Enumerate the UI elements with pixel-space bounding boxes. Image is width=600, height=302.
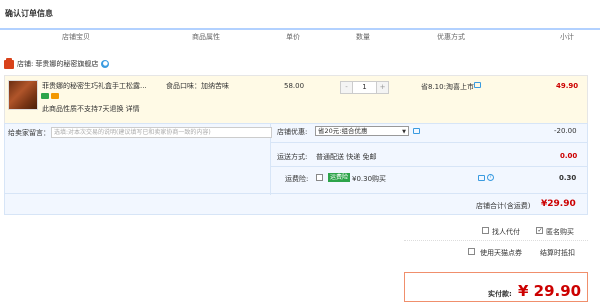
shipping-amount: 0.00: [560, 152, 578, 160]
header-attrs: 商品属性: [192, 33, 220, 41]
header-qty: 数量: [356, 33, 370, 41]
store-icon: [4, 57, 14, 69]
store-total-value: ¥29.90: [541, 199, 576, 209]
settlement-deduct: 结算时抵扣: [540, 249, 575, 257]
tmall-coupon-label: 使用天猫点券: [480, 249, 522, 257]
options-row-divider: [271, 166, 588, 167]
store-discount-label: 店铺优惠:: [277, 128, 308, 136]
qty-minus-button[interactable]: -: [341, 82, 352, 93]
column-headers: 店铺宝贝 商品属性 单价 数量 优惠方式 小计: [0, 30, 600, 44]
store-discount-select[interactable]: 省20元:组合优惠 ▼: [315, 126, 409, 136]
item-promo: 省8.10:淘喜上市: [421, 83, 474, 91]
chevron-down-icon: ▼: [402, 129, 406, 135]
header-store-item: 店铺宝贝: [62, 33, 90, 41]
insurance-chat-icon[interactable]: [478, 175, 485, 181]
store-discount-amount: -20.00: [554, 127, 577, 135]
page-title: 确认订单信息: [5, 9, 53, 18]
header-subtotal: 小计: [560, 33, 574, 41]
extras-divider: [404, 240, 588, 241]
insurance-price: ¥0.30购买: [352, 175, 387, 183]
proxy-pay-checkbox[interactable]: [482, 227, 489, 234]
shipping-label: 运送方式:: [277, 153, 308, 161]
item-subtotal: 49.90: [556, 82, 579, 90]
promo-badge-icon: [51, 93, 59, 99]
shipping-method: 普通配送 快递 免邮: [316, 153, 377, 161]
discount-info-icon[interactable]: [413, 128, 420, 134]
qty-input[interactable]: 1: [352, 82, 377, 93]
wangwang-chat-icon[interactable]: ●: [101, 60, 110, 68]
product-title-link[interactable]: 菲贵娜的秘密生巧礼盒手工松露...: [42, 81, 162, 91]
anonymous-checkbox[interactable]: [536, 227, 543, 234]
service-badge-icon: [41, 93, 49, 99]
insurance-amount: 0.30: [559, 174, 577, 182]
store-name-link[interactable]: 菲贵娜的秘密旗舰店: [35, 59, 98, 69]
store-row: 店铺: 菲贵娜的秘密旗舰店 ●: [4, 57, 110, 70]
proxy-pay-label: 找人代付: [492, 228, 520, 236]
qty-plus-button[interactable]: +: [377, 82, 388, 93]
anonymous-label: 匿名购买: [546, 228, 574, 236]
return-policy-notice[interactable]: 此商品性质不支持7天退换 详情: [42, 104, 140, 114]
tmall-coupon-checkbox[interactable]: [468, 248, 475, 255]
pay-amount: ¥ 29.90: [518, 282, 582, 300]
header-price: 单价: [286, 33, 300, 41]
store-discount-value: 省20元:组合优惠: [318, 127, 368, 135]
quantity-stepper: - 1 +: [340, 81, 389, 94]
pay-label: 实付款:: [488, 290, 512, 298]
total-divider: [4, 193, 588, 194]
options-row-divider: [271, 142, 588, 143]
seller-message-input[interactable]: 选填:对本次交易的说明(建议填写已和卖家协商一致的内容): [51, 127, 272, 138]
product-attr: 食品口味：加纳苦味: [166, 82, 229, 90]
store-label: 店铺:: [17, 60, 34, 68]
header-promo: 优惠方式: [437, 33, 465, 41]
store-total-label: 店铺合计(含运费): [476, 202, 531, 210]
insurance-label: 运费险:: [285, 175, 309, 183]
product-thumbnail[interactable]: [8, 80, 38, 110]
help-icon[interactable]: ?: [487, 174, 494, 181]
promo-info-icon[interactable]: [474, 82, 481, 88]
insurance-tag: 运费险: [328, 173, 351, 182]
message-label: 给卖家留言：: [8, 129, 50, 137]
insurance-checkbox[interactable]: [316, 174, 323, 181]
unit-price: 58.00: [284, 82, 305, 90]
